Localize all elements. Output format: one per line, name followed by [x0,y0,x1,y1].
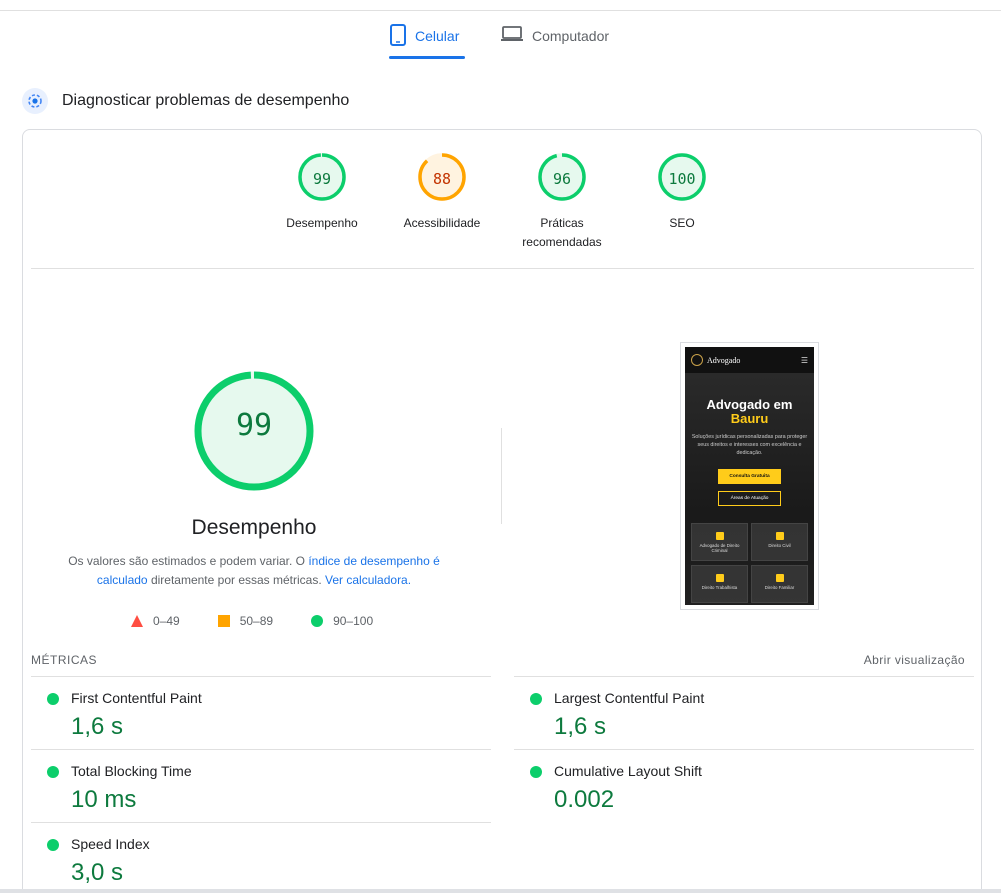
section-divider [31,268,974,269]
preview-card-label: Direito Familiar [764,585,795,590]
handshake-icon [775,532,784,540]
menu-icon: ☰ [800,355,808,365]
pass-circle-icon [47,839,59,851]
phone-preview: Advogado ☰ Advogado em Bauru Soluções ju… [685,347,814,605]
gauge-label: Práticas recomendadas [522,216,602,249]
gauge-score: 96 [552,170,572,188]
preview-card-label: Direito Trabalhista [701,585,738,590]
category-gauges: 99 Desempenho 88 Acessibilidade 96 Práti… [23,152,983,262]
metric-fcp: First Contentful Paint 1,6 s [31,677,491,749]
metric-name: Largest Contentful Paint [554,690,705,706]
vertical-divider [501,428,502,524]
gauge-desempenho[interactable]: 99 Desempenho [267,152,377,233]
diagnose-header: Diagnosticar problemas de desempenho [22,88,349,114]
gauge-label: Acessibilidade [403,216,481,230]
open-view-toggle[interactable]: Abrir visualização [864,653,965,667]
laptop-icon [500,24,524,47]
briefcase-icon [715,574,724,582]
preview-brand: Advogado [707,355,741,365]
phone-icon [389,24,407,49]
report-card: 99 Desempenho 88 Acessibilidade 96 Práti… [22,129,982,893]
tab-computador[interactable]: Computador [500,20,630,60]
metric-name: Speed Index [71,836,150,852]
metric-value: 0.002 [554,786,615,813]
performance-gauge: 99 [193,370,315,492]
preview-card-label: Direito Civil [768,543,791,548]
tab-computador-label: Computador [532,28,610,44]
preview-hero: Advogado em Bauru Soluções jurídicas per… [685,373,814,605]
preview-hero-title: Advogado em [706,397,793,412]
preview-header: Advogado ☰ [685,347,814,373]
preview-secondary-button: Áreas de Atuação [718,491,781,506]
preview-hero-city: Bauru [730,411,769,426]
preview-card: Advogado de Direito Criminal [691,523,748,561]
metric-value: 3,0 s [71,859,124,886]
legend-range: 90–100 [333,614,374,628]
scales-logo-icon [691,354,703,366]
legend-fail: 0–49 [131,614,180,628]
final-screenshot[interactable]: Advogado ☰ Advogado em Bauru Soluções ju… [680,342,819,610]
preview-cta-button: Consulta Gratuita [718,469,781,484]
device-tabs: Celular Computador [0,20,1001,60]
gauge-praticas[interactable]: 96 Práticas recomendadas [507,152,617,252]
tab-celular[interactable]: Celular [389,20,465,60]
legend-pass: 90–100 [311,614,373,628]
metric-lcp: Largest Contentful Paint 1,6 s [514,677,974,749]
gauge-acessibilidade[interactable]: 88 Acessibilidade [387,152,497,233]
desc-text: diretamente por essas métricas. [147,573,326,587]
desc-text: Os valores são estimados e podem variar.… [68,554,309,568]
metric-name: First Contentful Paint [71,690,202,706]
legend-range: 0–49 [153,614,180,628]
square-icon [217,615,230,627]
pass-circle-icon [530,766,542,778]
metric-value: 10 ms [71,786,137,813]
pass-circle-icon [47,766,59,778]
preview-hero-text: Soluções jurídicas personalizadas para p… [691,434,808,456]
top-divider [0,10,1001,11]
triangle-icon [131,615,143,627]
active-tab-indicator [389,56,465,59]
gauge-icon [22,88,48,114]
preview-card-label: Advogado de Direito Criminal [699,543,740,553]
gauge-score: 100 [668,170,696,188]
metric-value: 1,6 s [554,713,607,740]
calculator-link[interactable]: Ver calculadora. [325,573,411,587]
preview-card: Direito Civil [751,523,808,561]
tab-celular-label: Celular [415,28,460,44]
score-legend: 0–49 50–89 90–100 [131,614,411,628]
preview-card: Direito Familiar [751,565,808,603]
bottom-edge [0,889,1001,893]
performance-description: Os valores são estimados e podem variar.… [63,552,445,590]
pass-circle-icon [530,693,542,705]
circle-icon [311,615,324,627]
pass-circle-icon [47,693,59,705]
metric-tbt: Total Blocking Time 10 ms [31,750,491,822]
metric-name: Cumulative Layout Shift [554,763,702,779]
metric-value: 1,6 s [71,713,124,740]
gauge-label: Desempenho [286,216,358,230]
gauge-score: 99 [312,170,332,188]
performance-score: 99 [235,408,273,443]
metric-speed-index: Speed Index 3,0 s [31,823,491,893]
preview-card: Direito Trabalhista [691,565,748,603]
house-icon [775,574,784,582]
metrics-heading: MÉTRICAS [31,653,98,667]
legend-average: 50–89 [217,614,274,628]
gauge-label: SEO [669,216,695,230]
diagnose-title: Diagnosticar problemas de desempenho [62,92,350,109]
gauge-score: 88 [432,170,452,188]
metric-name: Total Blocking Time [71,763,192,779]
gavel-icon [715,532,724,540]
performance-title: Desempenho [191,516,317,539]
gauge-seo[interactable]: 100 SEO [627,152,737,233]
legend-range: 50–89 [239,614,274,628]
metric-cls: Cumulative Layout Shift 0.002 [514,750,974,822]
